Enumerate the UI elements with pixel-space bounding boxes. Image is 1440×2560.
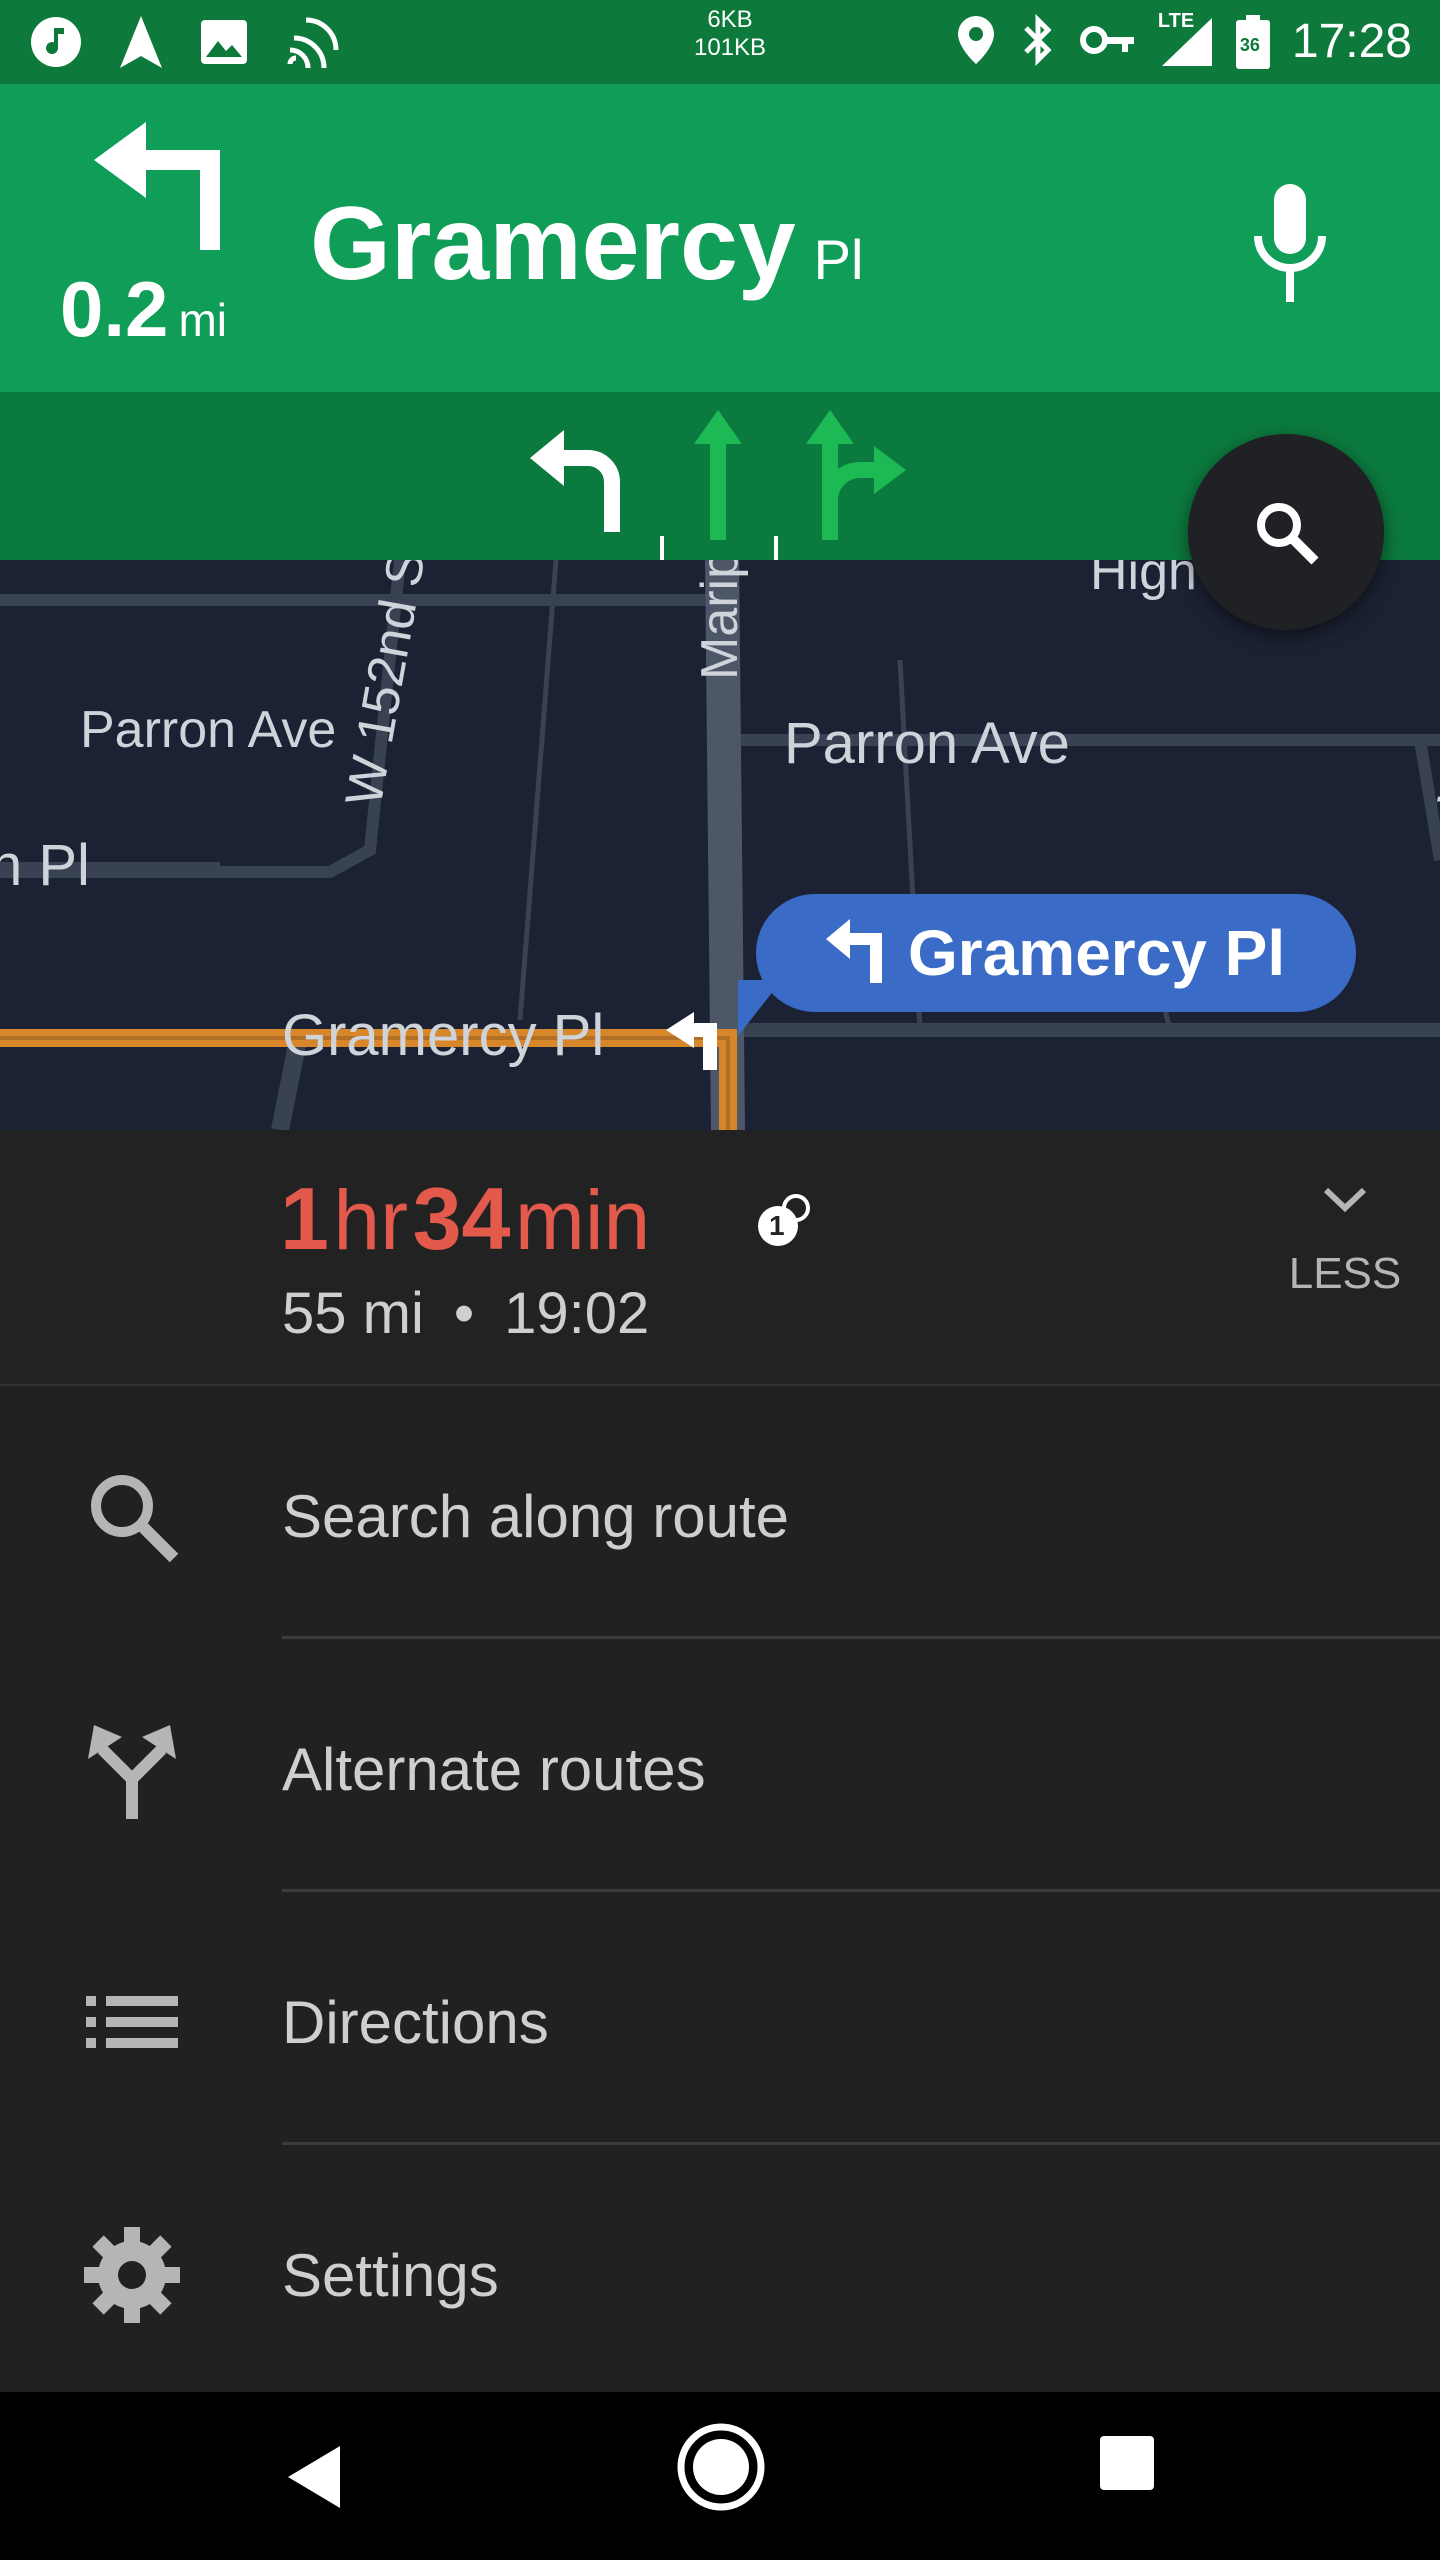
location-icon (956, 14, 996, 71)
search-icon (1257, 503, 1319, 565)
back-icon (288, 2446, 340, 2508)
status-right-icons: LTE 36 17:28 (956, 10, 1412, 74)
less-label: LESS (1288, 1249, 1402, 1298)
trip-meta: 55 mi • 19:02 (282, 1280, 649, 1347)
status-left-icons (30, 10, 340, 74)
list-icon (82, 1972, 182, 2072)
system-navigation-bar (0, 2392, 1440, 2560)
traffic-badge: 1 (769, 1210, 785, 1241)
map-label: n Pl (0, 833, 90, 898)
menu-item-search-along-route[interactable]: Search along route (0, 1386, 1440, 1639)
map-label: Parron Ave (784, 711, 1070, 776)
microphone-icon (1254, 184, 1326, 302)
turn-left-icon (90, 120, 220, 255)
street-suffix: Pl (813, 228, 864, 291)
distance-to-turn: 0.2 mi (60, 264, 227, 365)
home-button[interactable] (674, 2420, 768, 2514)
gear-icon (82, 2225, 182, 2325)
lane-straight-icon (688, 410, 748, 545)
turn-left-icon (826, 918, 886, 988)
battery-icon: 36 (1235, 15, 1270, 69)
lte-label: LTE (1157, 10, 1195, 32)
lane-left-icon (520, 410, 630, 545)
eta-hours: 1 (280, 1169, 329, 1268)
home-icon (677, 2423, 765, 2511)
menu-item-label: Directions (282, 1989, 549, 2056)
net-up: 6KB (707, 6, 753, 33)
eta-duration: 1 hr 34 min (280, 1168, 650, 1270)
lane-straight-right-icon (800, 410, 910, 545)
trip-summary[interactable]: 1 hr 34 min 1 55 mi • 19:02 LESS (0, 1130, 1440, 1386)
menu-item-directions[interactable]: Directions (0, 1892, 1440, 2145)
menu-item-label: Settings (282, 2242, 499, 2309)
search-icon (82, 1466, 182, 1566)
battery-level: 36 (1239, 35, 1260, 55)
music-icon (30, 16, 82, 68)
net-down: 101KB (693, 34, 767, 61)
menu-item-alternate-routes[interactable]: Alternate routes (0, 1639, 1440, 1892)
arrival-time: 19:02 (504, 1281, 650, 1346)
eta-minutes-label: min (514, 1173, 651, 1267)
status-bar: 6KB 101KB LTE 36 17:28 (0, 0, 1440, 84)
separator-dot: • (453, 1281, 475, 1346)
alternate-routes-icon (82, 1719, 182, 1819)
cast-icon (284, 14, 340, 70)
back-button[interactable] (270, 2432, 360, 2522)
traffic-info-icon: 1 (756, 1190, 814, 1253)
eta-hours-label: hr (333, 1173, 409, 1267)
callout-street: Gramercy Pl (908, 917, 1286, 989)
map-view[interactable]: Parron Ave W 152nd S Marip Parron Ave n … (0, 560, 1440, 1130)
microphone-button[interactable] (1240, 180, 1340, 320)
next-turn-callout: Gramercy Pl (756, 894, 1356, 1012)
street-name: Gramercy (310, 186, 796, 302)
recents-icon (1100, 2436, 1154, 2490)
map-label: High (1090, 560, 1197, 601)
trip-distance: 55 mi (282, 1281, 424, 1346)
bluetooth-icon (1018, 12, 1058, 73)
distance-value: 0.2 (60, 265, 169, 353)
next-street: Gramercy Pl (310, 184, 863, 304)
menu-item-label: Search along route (282, 1483, 790, 1550)
menu-item-settings[interactable]: Settings (0, 2145, 1440, 2398)
image-icon (200, 19, 248, 65)
route-options-menu: Search along route Alternate routes Dire… (0, 1386, 1440, 2398)
menu-item-label: Alternate routes (282, 1736, 706, 1803)
less-button[interactable]: LESS (1270, 1184, 1420, 1299)
eta-minutes: 34 (412, 1169, 511, 1268)
map-label: Gramercy Pl (282, 1003, 605, 1068)
navigation-instruction-header[interactable]: 0.2 mi Gramercy Pl (0, 84, 1440, 392)
navigation-icon (118, 14, 164, 70)
clock: 17:28 (1291, 15, 1412, 68)
chevron-down-icon (1323, 1187, 1367, 1213)
search-fab-button[interactable] (1188, 434, 1384, 630)
vpn-key-icon (1079, 22, 1136, 63)
recents-button[interactable] (1096, 2432, 1186, 2522)
map-label: Parron Ave (80, 701, 337, 759)
signal-icon: LTE (1158, 10, 1214, 68)
map-label: Marip (691, 560, 749, 680)
network-speed: 6KB 101KB (660, 6, 800, 62)
distance-unit: mi (178, 294, 227, 346)
